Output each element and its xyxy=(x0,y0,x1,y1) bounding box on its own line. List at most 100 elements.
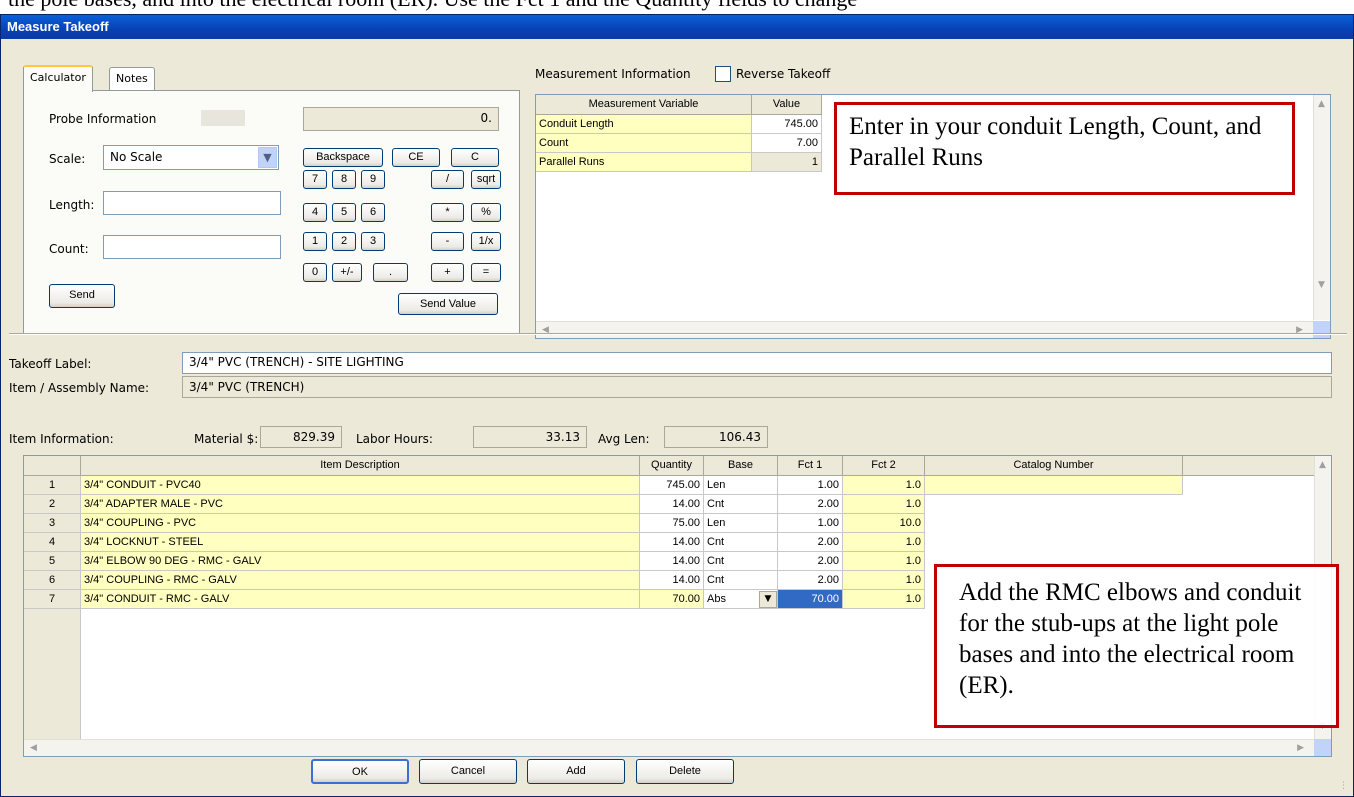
fct2-cell[interactable]: 1.0 xyxy=(843,476,925,495)
item-description-cell[interactable]: 3/4" CONDUIT - PVC40 xyxy=(81,476,640,495)
chevron-down-icon[interactable]: ▼ xyxy=(759,591,777,608)
send-button[interactable]: Send xyxy=(49,284,115,308)
fct2-cell[interactable]: 1.0 xyxy=(843,552,925,571)
key-subtract[interactable]: - xyxy=(431,232,464,251)
measurement-horizontal-scrollbar[interactable]: ◀ ▶ xyxy=(536,321,1313,338)
key-8[interactable]: 8 xyxy=(332,170,356,189)
key-7[interactable]: 7 xyxy=(303,170,327,189)
item-description-cell[interactable]: 3/4" ELBOW 90 DEG - RMC - GALV xyxy=(81,552,640,571)
key-reciprocal[interactable]: 1/x xyxy=(471,232,501,251)
key-9[interactable]: 9 xyxy=(361,170,385,189)
fct2-cell[interactable]: 1.0 xyxy=(843,533,925,552)
scroll-left-arrow-icon[interactable]: ◀ xyxy=(30,743,37,753)
fct2-cell[interactable]: 10.0 xyxy=(843,514,925,533)
send-value-button[interactable]: Send Value xyxy=(398,293,498,315)
fct1-header[interactable]: Fct 1 xyxy=(778,456,843,476)
catalog-number-cell[interactable] xyxy=(925,476,1183,495)
quantity-cell[interactable]: 745.00 xyxy=(640,476,704,495)
fct1-cell-selected[interactable]: 70.00 xyxy=(778,590,843,609)
ok-button[interactable]: OK xyxy=(311,759,409,784)
reverse-takeoff-checkbox[interactable] xyxy=(715,66,731,82)
quantity-cell[interactable]: 75.00 xyxy=(640,514,704,533)
item-description-cell[interactable]: 3/4" COUPLING - PVC xyxy=(81,514,640,533)
fct1-cell[interactable]: 2.00 xyxy=(778,571,843,590)
fct2-cell[interactable]: 1.0 xyxy=(843,590,925,609)
measurement-vertical-scrollbar[interactable]: ▲ ▼ xyxy=(1313,95,1330,320)
base-cell[interactable]: Len xyxy=(704,476,778,495)
measurement-value-cell[interactable]: 7.00 xyxy=(752,134,822,153)
tab-notes[interactable]: Notes xyxy=(109,67,155,91)
item-description-header[interactable]: Item Description xyxy=(81,456,640,476)
item-description-cell[interactable]: 3/4" LOCKNUT - STEEL xyxy=(81,533,640,552)
quantity-cell[interactable]: 70.00 xyxy=(640,590,704,609)
scroll-up-arrow-icon[interactable]: ▲ xyxy=(1319,460,1326,470)
key-add[interactable]: + xyxy=(431,263,464,282)
quantity-cell[interactable]: 14.00 xyxy=(640,495,704,514)
measurement-value-cell[interactable]: 1 xyxy=(752,153,822,172)
measurement-value-header[interactable]: Value xyxy=(752,95,822,115)
window-title: Measure Takeoff xyxy=(1,15,1353,39)
fct1-cell[interactable]: 1.00 xyxy=(778,476,843,495)
chevron-down-icon[interactable]: ▼ xyxy=(258,147,277,168)
takeoff-label-input[interactable]: 3/4" PVC (TRENCH) - SITE LIGHTING xyxy=(182,352,1332,374)
item-description-cell[interactable]: 3/4" COUPLING - RMC - GALV xyxy=(81,571,640,590)
fct2-cell[interactable]: 1.0 xyxy=(843,495,925,514)
scrollbar-corner xyxy=(1313,321,1330,338)
items-horizontal-scrollbar[interactable]: ◀ ▶ xyxy=(24,739,1314,756)
key-multiply[interactable]: * xyxy=(431,203,464,222)
scroll-right-arrow-icon[interactable]: ▶ xyxy=(1297,743,1304,753)
labor-hours-value: 33.13 xyxy=(473,426,587,448)
base-cell[interactable]: Cnt xyxy=(704,571,778,590)
cancel-button[interactable]: Cancel xyxy=(419,759,517,784)
quantity-header[interactable]: Quantity xyxy=(640,456,704,476)
key-decimal[interactable]: . xyxy=(373,263,408,282)
key-ce[interactable]: CE xyxy=(392,148,440,167)
key-backspace[interactable]: Backspace xyxy=(303,148,383,167)
tab-calculator[interactable]: Calculator xyxy=(23,65,93,92)
resize-grip-icon[interactable]: ⋮ xyxy=(1339,782,1349,792)
measurement-variable-cell: Conduit Length xyxy=(536,115,752,134)
key-sqrt[interactable]: sqrt xyxy=(471,170,501,189)
base-cell[interactable]: Cnt xyxy=(704,552,778,571)
length-input[interactable] xyxy=(103,191,281,215)
count-input[interactable] xyxy=(103,235,281,259)
fct2-cell[interactable]: 1.0 xyxy=(843,571,925,590)
delete-button[interactable]: Delete xyxy=(636,759,734,784)
base-cell[interactable]: Len xyxy=(704,514,778,533)
add-button[interactable]: Add xyxy=(527,759,625,784)
key-5[interactable]: 5 xyxy=(332,203,356,222)
fct1-cell[interactable]: 2.00 xyxy=(778,495,843,514)
item-description-cell[interactable]: 3/4" ADAPTER MALE - PVC xyxy=(81,495,640,514)
scroll-down-arrow-icon[interactable]: ▼ xyxy=(1318,280,1325,290)
item-assembly-name: 3/4" PVC (TRENCH) xyxy=(182,376,1332,398)
base-cell[interactable]: Cnt xyxy=(704,495,778,514)
key-0[interactable]: 0 xyxy=(303,263,327,282)
key-percent[interactable]: % xyxy=(471,203,501,222)
key-4[interactable]: 4 xyxy=(303,203,327,222)
fct1-cell[interactable]: 2.00 xyxy=(778,552,843,571)
key-1[interactable]: 1 xyxy=(303,232,327,251)
measurement-variable-header[interactable]: Measurement Variable xyxy=(536,95,752,115)
base-cell[interactable]: Cnt xyxy=(704,533,778,552)
key-6[interactable]: 6 xyxy=(361,203,385,222)
item-description-cell[interactable]: 3/4" CONDUIT - RMC - GALV xyxy=(81,590,640,609)
key-3[interactable]: 3 xyxy=(361,232,385,251)
fct1-cell[interactable]: 1.00 xyxy=(778,514,843,533)
fct1-cell[interactable]: 2.00 xyxy=(778,533,843,552)
quantity-cell[interactable]: 14.00 xyxy=(640,533,704,552)
key-negate[interactable]: +/- xyxy=(332,263,362,282)
row-number: 6 xyxy=(24,571,81,590)
measurement-value-cell[interactable]: 745.00 xyxy=(752,115,822,134)
scroll-up-arrow-icon[interactable]: ▲ xyxy=(1318,99,1325,109)
quantity-cell[interactable]: 14.00 xyxy=(640,552,704,571)
key-divide[interactable]: / xyxy=(431,170,464,189)
quantity-cell[interactable]: 14.00 xyxy=(640,571,704,590)
key-equals[interactable]: = xyxy=(471,263,501,282)
callout-add-rmc: Add the RMC elbows and conduit for the s… xyxy=(934,564,1339,728)
catalog-number-header[interactable]: Catalog Number xyxy=(925,456,1183,476)
key-2[interactable]: 2 xyxy=(332,232,356,251)
base-header[interactable]: Base xyxy=(704,456,778,476)
scale-select[interactable]: No Scale ▼ xyxy=(103,145,279,170)
key-c[interactable]: C xyxy=(451,148,499,167)
fct2-header[interactable]: Fct 2 xyxy=(843,456,925,476)
